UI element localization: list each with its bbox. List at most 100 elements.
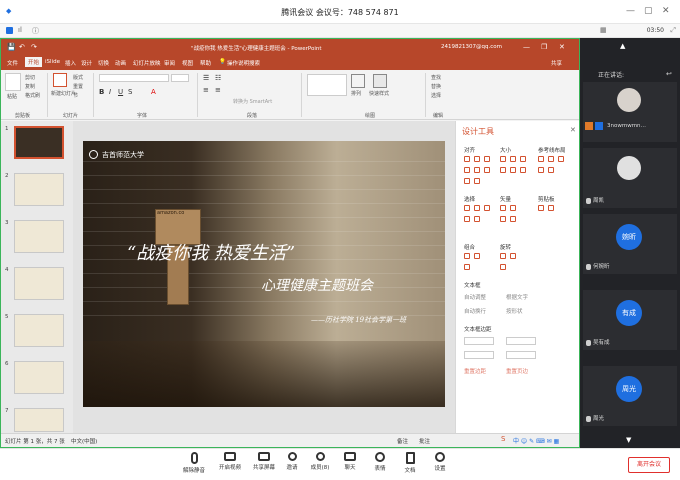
chat-button[interactable]: 聊天 — [336, 452, 364, 471]
margin-bottom-field[interactable] — [464, 351, 494, 359]
rotate-icon[interactable] — [500, 264, 506, 270]
select-button[interactable]: 选择 — [431, 92, 441, 99]
slide-thumbnail[interactable] — [14, 408, 64, 432]
shapes-gallery[interactable] — [307, 74, 347, 96]
align-bottom-icon[interactable] — [484, 167, 490, 173]
save-icon[interactable]: 💾 — [7, 43, 16, 51]
bullets-icon[interactable]: ☰ — [203, 74, 209, 82]
video-tile[interactable]: 3nowmwmn… — [583, 82, 677, 142]
margin-right-field[interactable] — [506, 337, 536, 345]
layout-button[interactable]: 版式 — [73, 74, 83, 81]
grid-view-icon[interactable]: ▦ — [600, 26, 607, 34]
redo-icon[interactable]: ↷ — [31, 43, 37, 51]
size-icon[interactable] — [520, 156, 526, 162]
close-icon[interactable]: ✕ — [662, 6, 670, 16]
slide-thumbnail[interactable] — [14, 267, 64, 300]
radio-auto-fit[interactable]: 自动调整 — [464, 293, 486, 301]
group-icon[interactable] — [464, 253, 470, 259]
group-icon[interactable] — [464, 264, 470, 270]
minimize-icon[interactable]: — — [523, 43, 530, 51]
shadow-icon[interactable]: S — [128, 88, 132, 96]
copy-button[interactable]: 复制 — [25, 83, 35, 90]
find-button[interactable]: 查找 — [431, 74, 441, 81]
slide-thumbnail[interactable] — [14, 173, 64, 206]
clipboard-icon[interactable] — [538, 205, 544, 211]
tab-insert[interactable]: 插入 — [65, 59, 76, 67]
align-right-icon[interactable] — [484, 156, 490, 162]
align-left-icon[interactable] — [464, 156, 470, 162]
expand-icon[interactable]: ▼ — [626, 436, 631, 444]
size-icon[interactable] — [500, 167, 506, 173]
restore-icon[interactable]: ❐ — [541, 43, 547, 51]
distribute-icon[interactable] — [464, 178, 470, 184]
align-center-icon[interactable]: ≡ — [215, 86, 221, 94]
video-tile[interactable]: 有成 吴有成 — [583, 290, 677, 350]
section-button[interactable]: 节 — [73, 92, 78, 99]
tell-me-search[interactable]: 操作说明搜索 — [227, 59, 260, 67]
settings-button[interactable]: 设置 — [426, 452, 454, 472]
font-size-dropdown[interactable] — [171, 74, 189, 82]
start-video-button[interactable]: 开启视频 — [216, 452, 244, 471]
video-tile[interactable]: 周凯 — [583, 148, 677, 208]
rotate-icon[interactable] — [500, 253, 506, 259]
maximize-icon[interactable]: ▢ — [644, 6, 653, 16]
size-icon[interactable] — [510, 167, 516, 173]
minimize-icon[interactable]: — — [626, 6, 635, 16]
select-icon[interactable] — [474, 216, 480, 222]
quick-styles-icon[interactable] — [373, 74, 387, 88]
leave-meeting-button[interactable]: 离开会议 — [628, 457, 670, 473]
video-tile[interactable]: 周光 周光 — [583, 366, 677, 426]
reset-margin-button[interactable]: 重置边距 — [464, 367, 486, 375]
radio-wrap[interactable]: 自动换行 — [464, 307, 486, 315]
back-icon[interactable]: ↩ — [666, 70, 672, 78]
guide-icon[interactable] — [558, 156, 564, 162]
vector-icon[interactable] — [500, 205, 506, 211]
video-tile[interactable]: 婉昕 何婉昕 — [583, 214, 677, 274]
slide-thumbnail[interactable] — [14, 220, 64, 253]
rotate-icon[interactable] — [510, 253, 516, 259]
close-icon[interactable]: ✕ — [559, 43, 565, 51]
convert-smartart-button[interactable]: 转换为 SmartArt — [233, 98, 272, 105]
fullscreen-icon[interactable]: ⤢ — [670, 26, 676, 35]
numbering-icon[interactable]: ☷ — [215, 74, 221, 82]
vector-icon[interactable] — [510, 216, 516, 222]
size-icon[interactable] — [520, 167, 526, 173]
collapse-icon[interactable]: ▲ — [620, 42, 625, 50]
font-name-dropdown[interactable] — [99, 74, 169, 82]
align-top-icon[interactable] — [464, 167, 470, 173]
tab-design[interactable]: 设计 — [81, 59, 92, 67]
align-left-icon[interactable]: ≡ — [203, 86, 209, 94]
font-color-icon[interactable]: A — [151, 88, 156, 96]
vector-icon[interactable] — [510, 205, 516, 211]
align-middle-icon[interactable] — [474, 167, 480, 173]
invite-button[interactable]: 邀请 — [278, 452, 306, 471]
bold-icon[interactable]: B — [99, 88, 104, 96]
slide-thumbnail[interactable] — [14, 126, 64, 159]
tab-view[interactable]: 视图 — [182, 59, 193, 67]
margin-top-field[interactable] — [506, 351, 536, 359]
reset-button[interactable]: 重置 — [73, 83, 83, 90]
notes-button[interactable]: 备注 — [397, 437, 408, 445]
format-painter-button[interactable]: 格式刷 — [25, 92, 40, 99]
align-center-icon[interactable] — [474, 156, 480, 162]
share-button[interactable]: 共享 — [551, 59, 562, 67]
undo-icon[interactable]: ↶ — [19, 43, 25, 51]
tab-slideshow[interactable]: 幻灯片放映 — [133, 59, 161, 67]
info-icon[interactable]: ⓘ — [32, 26, 39, 36]
radio-fit-text[interactable]: 根据文字 — [506, 293, 528, 301]
guide-icon[interactable] — [538, 156, 544, 162]
ime-icon[interactable]: S — [501, 435, 505, 443]
new-slide-icon[interactable] — [53, 73, 67, 87]
unmute-button[interactable]: 解除静音 — [180, 452, 208, 474]
slide-thumbnail[interactable] — [14, 361, 64, 394]
distribute-icon[interactable] — [474, 178, 480, 184]
tab-islide[interactable]: iSlide — [45, 59, 60, 65]
select-icon[interactable] — [464, 216, 470, 222]
members-button[interactable]: 成员(8) — [306, 452, 334, 471]
size-icon[interactable] — [510, 156, 516, 162]
tab-home[interactable]: 开始 — [25, 57, 43, 67]
guide-icon[interactable] — [538, 167, 544, 173]
ime-toolbar-icon[interactable]: 中 ☺ ✎ ⌨ ✉ ▦ — [513, 436, 559, 445]
tab-help[interactable]: 帮助 — [200, 59, 211, 67]
cut-button[interactable]: 剪切 — [25, 74, 35, 81]
